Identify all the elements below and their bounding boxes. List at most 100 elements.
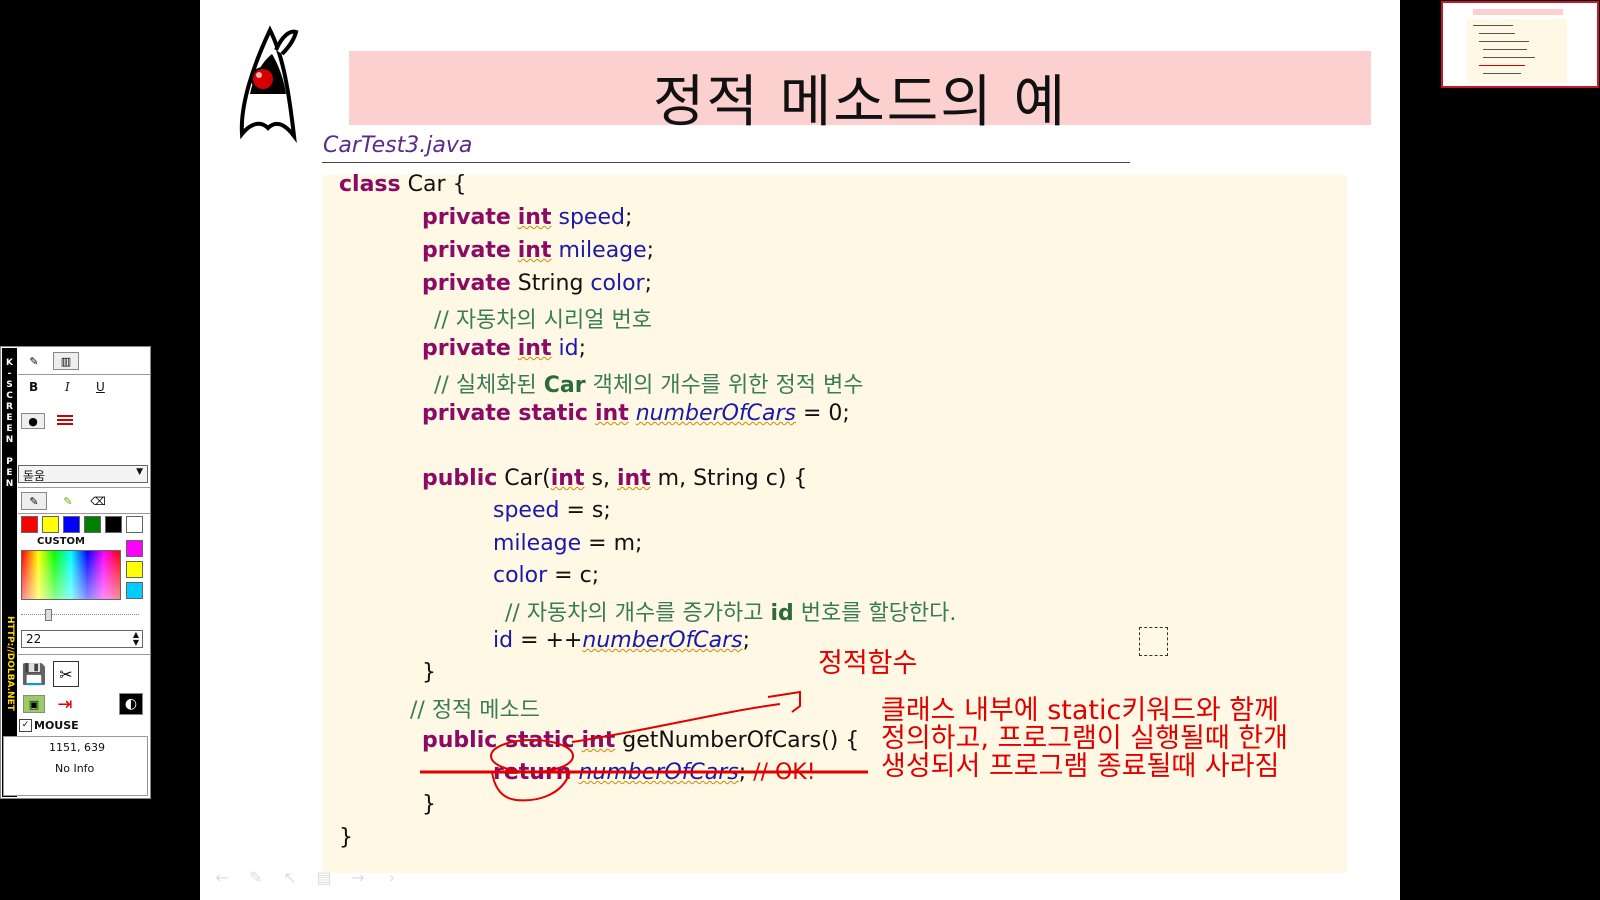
code-comment: // 정적 메소드 — [410, 698, 541, 723]
font-select-value: 돋움 — [23, 469, 46, 483]
thumbnail-line — [1483, 57, 1535, 58]
color-swatch[interactable] — [126, 516, 143, 533]
exit-icon[interactable]: ⇥ — [53, 693, 77, 715]
thumbnail-line — [1479, 33, 1515, 34]
more-icon[interactable]: › — [382, 868, 402, 887]
code-line: class Car { — [339, 172, 467, 197]
bold-button[interactable]: B — [29, 380, 38, 394]
color-swatch[interactable] — [21, 516, 38, 533]
code-line: private String color; — [422, 271, 653, 296]
next-arrow-icon[interactable]: → — [348, 868, 368, 887]
brand-letter: N — [5, 435, 14, 445]
color-swatch[interactable] — [63, 516, 80, 533]
size-input[interactable]: 22 ▲ ▼ — [21, 630, 143, 648]
brand-letter: K — [6, 358, 13, 368]
color-swatch[interactable] — [84, 516, 101, 533]
divider — [18, 654, 150, 655]
mouse-label: MOUSE — [34, 719, 79, 732]
code-line: private int mileage; — [422, 238, 655, 263]
code-line: color = c; — [493, 563, 600, 588]
brand-letter: N — [5, 479, 14, 489]
code-line: public static int getNumberOfCars() { — [422, 728, 860, 753]
highlighter-icon[interactable]: ▥ — [53, 352, 79, 370]
thumbnail-title-band — [1473, 9, 1563, 15]
thumbnail-line — [1483, 73, 1521, 74]
marker-tool-icon[interactable]: ✎ — [55, 492, 81, 510]
size-slider-thumb[interactable] — [45, 609, 52, 621]
brand-letter: C — [6, 391, 13, 401]
pencil-icon[interactable]: ✎ — [21, 352, 47, 370]
brand-letter: E — [6, 424, 13, 434]
save-icon[interactable]: 💾 — [21, 661, 47, 687]
brand-letter: R — [6, 402, 13, 412]
custom-label: CUSTOM — [37, 536, 85, 547]
code-line: id = ++numberOfCars; — [493, 628, 751, 653]
thumbnail-line — [1483, 49, 1527, 50]
info-readout: No Info — [55, 762, 95, 775]
custom-color-swatch[interactable] — [126, 561, 143, 578]
code-line: } — [422, 792, 436, 817]
slide-navigation: ← ✎ ↖ ▤ → › — [212, 868, 402, 887]
chevron-down-icon: ▼ — [136, 467, 143, 477]
mouse-checkbox[interactable]: ✓ — [19, 719, 32, 732]
eraser-icon[interactable]: ⌫ — [85, 492, 111, 510]
prev-arrow-icon[interactable]: ← — [212, 868, 232, 887]
code-line: } — [422, 660, 436, 685]
custom-color-swatch[interactable] — [126, 540, 143, 557]
coordinates-readout: 1151, 639 — [49, 741, 105, 754]
toggle-icon[interactable]: ◐ — [119, 693, 143, 715]
filename-rule — [322, 162, 1130, 163]
slide-title: 정적 메소드의 예 — [652, 70, 1068, 135]
size-slider-track[interactable] — [21, 614, 139, 616]
screenshot-icon[interactable]: ▣ — [23, 695, 45, 713]
color-swatch[interactable] — [42, 516, 59, 533]
code-line: return numberOfCars; // OK! — [493, 760, 816, 785]
color-swatch[interactable] — [105, 516, 122, 533]
italic-button[interactable]: I — [65, 380, 70, 394]
brand-letter: S — [6, 380, 13, 390]
duke-mascot-logo — [239, 25, 299, 144]
brand-url: HTTP://DOLBA.NET — [5, 616, 15, 711]
annotation-note-line: 생성되서 프로그램 종료될때 사라짐 — [881, 751, 1280, 782]
file-name: CarTest3.java — [323, 133, 473, 158]
annotation-label: 정적함수 — [818, 648, 918, 679]
code-line: private int speed; — [422, 205, 633, 230]
brand-letter: P — [6, 457, 13, 467]
thumbnail-line — [1479, 65, 1525, 66]
code-line: speed = s; — [493, 498, 611, 523]
divider — [18, 487, 150, 488]
divider — [18, 374, 150, 375]
stepper-icon[interactable]: ▲ ▼ — [133, 631, 139, 647]
annotation-note-line: 클래스 내부에 static키워드와 함께 — [881, 695, 1279, 726]
pointer-icon[interactable]: ↖ — [280, 868, 300, 887]
code-comment: // 자동차의 개수를 증가하고 id 번호를 할당한다. — [505, 601, 957, 626]
size-value: 22 — [26, 632, 42, 646]
presentation-slide: 정적 메소드의 예 CarTest3.java class Car { priv… — [200, 0, 1400, 900]
code-line: mileage = m; — [493, 531, 643, 556]
code-comment: // 자동차의 시리얼 번호 — [434, 308, 652, 333]
brand-letter: - — [7, 369, 12, 379]
english-input-icon[interactable] — [57, 415, 73, 426]
custom-color-swatch[interactable] — [126, 582, 143, 599]
thumbnail-line — [1479, 41, 1529, 42]
pen-tool-icon[interactable]: ✎ — [21, 492, 47, 510]
thumbnail-line — [1473, 25, 1513, 26]
brand-letter: E — [6, 468, 13, 478]
slides-menu-icon[interactable]: ▤ — [314, 868, 334, 887]
save-cut-icon[interactable]: ✂ — [53, 661, 79, 687]
code-line: } — [339, 825, 353, 850]
font-select[interactable]: 돋움 ▼ — [18, 465, 148, 483]
selection-marquee — [1139, 627, 1168, 656]
korean-input-icon[interactable]: ● — [21, 413, 45, 429]
color-spectrum[interactable] — [21, 550, 121, 600]
toolbar-brand-strip: K - S C R E E N P E N HTTP://DOLBA.NET — [2, 348, 17, 797]
annotation-note-line: 정의하고, 프로그램이 실행될때 한개 — [881, 723, 1288, 754]
code-line: private int id; — [422, 336, 586, 361]
code-comment: // 실체화된 Car 객체의 개수를 위한 정적 변수 — [434, 373, 864, 398]
underline-button[interactable]: U — [96, 380, 105, 394]
status-panel: 1151, 639 No Info — [3, 736, 148, 796]
brand-letter: E — [6, 413, 13, 423]
slide-thumbnail[interactable] — [1441, 1, 1599, 88]
code-line: private static int numberOfCars = 0; — [422, 401, 850, 426]
pen-icon[interactable]: ✎ — [246, 868, 266, 887]
